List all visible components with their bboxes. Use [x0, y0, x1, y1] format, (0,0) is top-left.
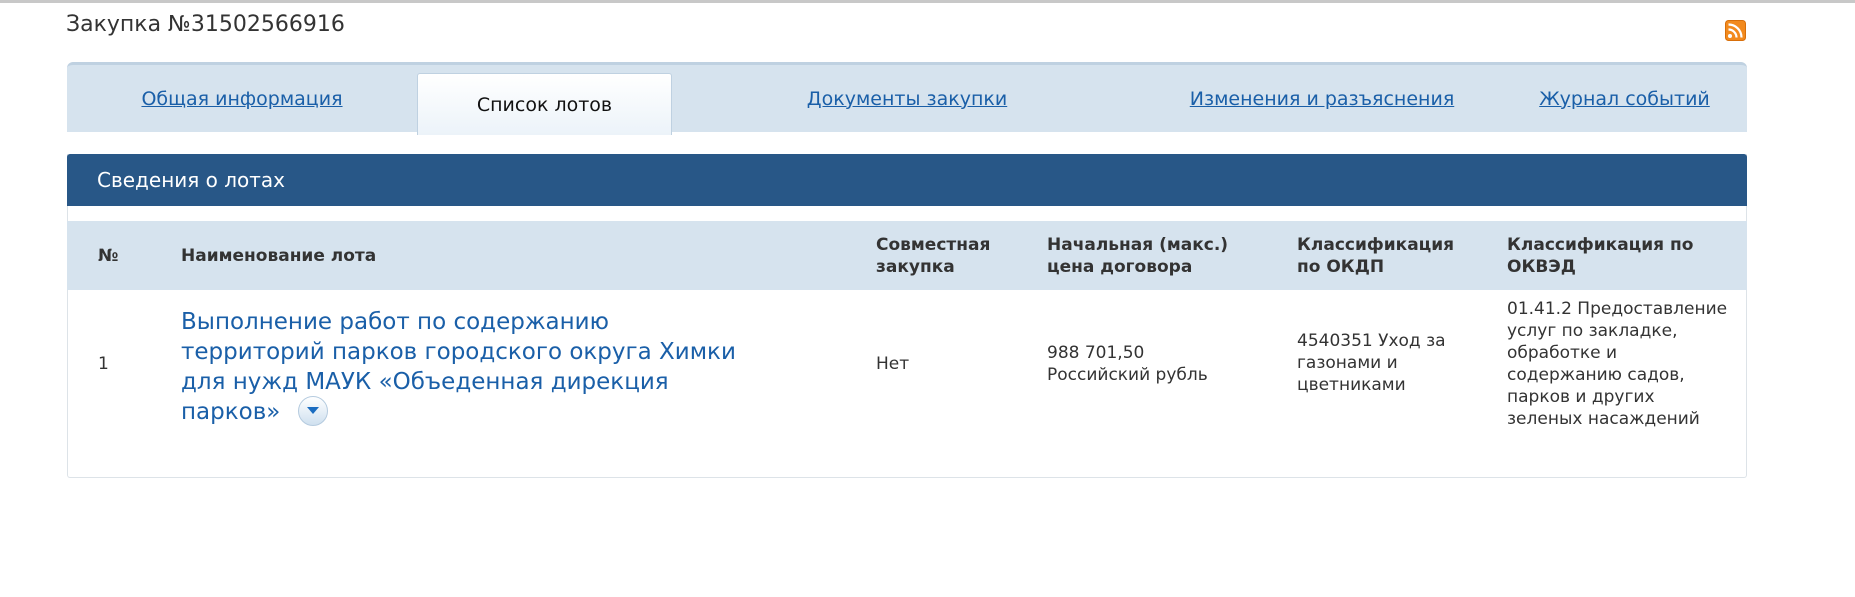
column-header-price: Начальная (макс.) цена договора: [1047, 234, 1229, 277]
column-header-okdp: Классификация по ОКДП: [1297, 234, 1455, 277]
expand-lot-button[interactable]: [298, 395, 329, 426]
rss-icon[interactable]: [1725, 20, 1746, 41]
lot-price: 988 701,50 Российский рубль: [1047, 343, 1208, 385]
lot-name-text[interactable]: Выполнение работ по содержанию территори…: [181, 309, 736, 425]
tab-changes-clarifications[interactable]: Изменения и разъяснения: [1142, 65, 1502, 132]
lots-panel-title: Сведения о лотах: [67, 154, 1747, 206]
lots-table-header: № Наименование лота Совместная закупка Н…: [67, 221, 1747, 290]
tab-event-log[interactable]: Журнал событий: [1502, 65, 1747, 132]
page-title: Закупка №31502566916: [66, 12, 345, 37]
lot-name-link[interactable]: Выполнение работ по содержанию территори…: [181, 307, 741, 428]
column-header-number: №: [98, 245, 119, 266]
lot-number: 1: [98, 354, 109, 374]
top-border: [0, 0, 1855, 3]
tab-lot-list[interactable]: Список лотов: [417, 73, 672, 135]
column-header-lot-name: Наименование лота: [181, 245, 377, 266]
lot-okdp: 4540351 Уход за газонами и цветниками: [1297, 331, 1446, 395]
lot-joint-purchase: Нет: [876, 354, 910, 374]
column-header-joint-purchase: Совместная закупка: [876, 234, 991, 277]
chevron-down-icon: [307, 407, 320, 414]
tab-bar: Общая информация Список лотов Документы …: [67, 62, 1747, 135]
tab-general-info[interactable]: Общая информация: [67, 65, 417, 132]
lot-okved: 01.41.2 Предоставление услуг по закладке…: [1507, 299, 1728, 429]
column-header-okved: Классификация по ОКВЭД: [1507, 234, 1694, 277]
tab-purchase-documents[interactable]: Документы закупки: [672, 65, 1142, 132]
